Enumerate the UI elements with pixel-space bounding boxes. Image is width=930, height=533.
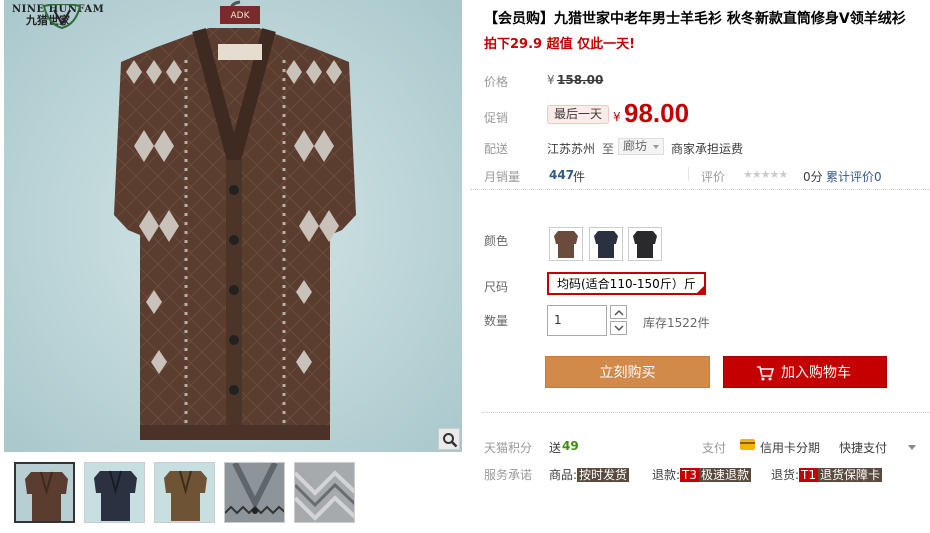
points-value: 49 (562, 439, 579, 453)
color-option-brown[interactable] (549, 227, 583, 261)
service-goods-tag: 按时发货 (577, 468, 630, 482)
service-label: 服务承诺 (484, 468, 533, 482)
service-return-label: 退货: (771, 468, 800, 482)
thumbnail-strip (14, 462, 355, 523)
promo-currency: ¥ (613, 110, 621, 124)
color-label: 颜色 (484, 234, 509, 248)
service-refund: 退款: T3 极速退款 (652, 466, 752, 483)
service-goods-label: 商品: (549, 468, 578, 482)
thumbnail-detail-grey[interactable] (224, 462, 285, 523)
size-option-selected[interactable]: 均码(适合110-150斤）斤 (547, 272, 706, 295)
rating-stars: ★★★★★ (743, 168, 788, 181)
arrow-up-icon (614, 309, 624, 316)
buy-now-button[interactable]: 立刻购买 (545, 356, 710, 388)
service-refund-code: T3 (680, 468, 700, 482)
service-return-tag: 退货保障卡 (818, 468, 883, 482)
service-return-code: T1 (799, 468, 819, 482)
quantity-increase-button[interactable] (610, 305, 627, 319)
quick-pay[interactable]: 快捷支付 (839, 439, 887, 456)
divider (688, 167, 689, 181)
monthly-sales-unit: 件 (573, 170, 586, 184)
monthly-sales-count: 447 (549, 168, 575, 182)
points-prefix: 送 (549, 441, 562, 455)
quantity-decrease-button[interactable] (610, 321, 627, 335)
stock-text: 库存1522件 (643, 316, 710, 330)
thumbnail-tan[interactable] (154, 462, 215, 523)
service-return: 退货: T1 退货保障卡 (771, 466, 883, 483)
credit-card-icon (740, 439, 755, 450)
chevron-down-icon[interactable] (908, 445, 916, 450)
monthly-sales-label: 月销量 (484, 170, 521, 184)
hang-tag-text: ADK (231, 11, 251, 21)
section-divider (482, 412, 930, 413)
service-refund-label: 退款: (652, 468, 681, 482)
shipping-from: 江苏苏州 (547, 142, 596, 156)
product-subtitle: 拍下29.9 超值 仅此一天! (484, 37, 636, 52)
zoom-icon (443, 433, 458, 448)
main-product-image[interactable]: ADK NINE HUNFAM 九猎世家 (4, 0, 462, 452)
cart-icon (757, 366, 774, 381)
chevron-down-icon (653, 145, 660, 149)
size-label: 尺码 (484, 280, 509, 294)
review-label: 评价 (701, 170, 726, 184)
price-label: 价格 (484, 75, 509, 89)
product-title: 【会员购】九猎世家中老年男士羊毛衫 秋冬新款直筒修身V领羊绒衫 (484, 11, 906, 27)
zoom-button[interactable] (438, 428, 460, 450)
review-count-link[interactable]: 累计评价0 (826, 168, 882, 185)
quantity-input[interactable]: 1 (547, 305, 607, 336)
thumbnail-brown[interactable] (14, 462, 75, 523)
original-currency: ¥ (547, 73, 555, 87)
selected-check-icon (695, 285, 705, 294)
brand-logo: NINE HUNFAM 九猎世家 (12, 4, 122, 30)
brand-logo-mark-icon (42, 4, 82, 30)
size-option-text: 均码(适合110-150斤）斤 (557, 277, 696, 291)
city-select-value: 廊坊 (623, 139, 648, 153)
promo-label: 促销 (484, 111, 509, 125)
original-price: 158.00 (557, 73, 604, 87)
thumbnail-navy[interactable] (84, 462, 145, 523)
color-option-black[interactable] (628, 227, 662, 261)
shipping-note: 商家承担运费 (671, 142, 744, 156)
service-goods: 商品: 按时发货 (549, 466, 630, 483)
payment-label: 支付 (702, 441, 727, 455)
service-refund-tag: 极速退款 (699, 468, 752, 482)
sweater-illustration: ADK (4, 0, 462, 452)
add-to-cart-label: 加入购物车 (781, 365, 851, 381)
points-label: 天猫积分 (484, 441, 533, 455)
shipping-label: 配送 (484, 142, 509, 156)
credit-installment[interactable]: 信用卡分期 (760, 439, 820, 456)
city-select[interactable]: 廊坊 (618, 138, 665, 155)
rating-score: 0分 (803, 170, 823, 184)
add-to-cart-button[interactable]: 加入购物车 (723, 356, 887, 388)
arrow-down-icon (614, 325, 624, 332)
shipping-to-word: 至 (602, 142, 615, 156)
color-option-navy[interactable] (589, 227, 623, 261)
promo-price: 98.00 (624, 98, 690, 128)
quantity-label: 数量 (484, 314, 509, 328)
promo-tag: 最后一天 (547, 105, 610, 124)
thumbnail-detail-knit[interactable] (294, 462, 355, 523)
